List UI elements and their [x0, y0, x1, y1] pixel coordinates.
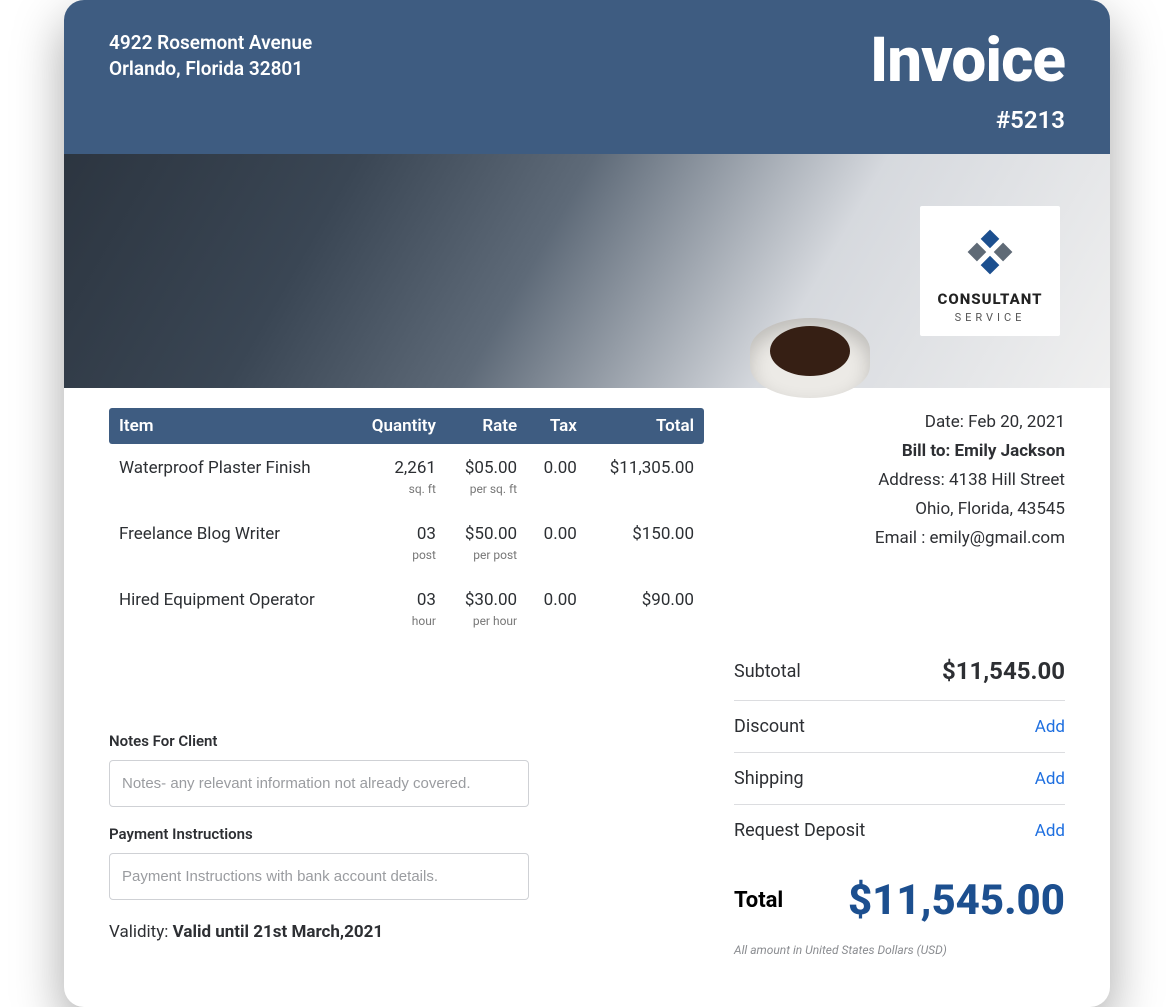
bill-to: Bill to: Emily Jackson: [734, 437, 1065, 466]
col-item: Item: [109, 408, 351, 444]
title-block: Invoice #5213: [870, 30, 1065, 134]
invoice-number: #5213: [870, 106, 1065, 134]
validity-value: Valid until 21st March,2021: [173, 922, 383, 942]
cell-rate: $30.00: [446, 576, 527, 614]
cell-tax: 0.00: [527, 444, 587, 482]
invoice-header: 4922 Rosemont Avenue Orlando, Florida 32…: [64, 0, 1110, 154]
col-total: Total: [587, 408, 704, 444]
notes-block: Notes For Client Payment Instructions Va…: [109, 732, 704, 942]
validity-line: Validity: Valid until 21st March,2021: [109, 922, 704, 942]
cell-qty-unit: hour: [351, 614, 446, 642]
items-column: Item Quantity Rate Tax Total Waterproof …: [109, 408, 704, 957]
total-row: Total $11,545.00: [734, 856, 1065, 925]
items-table: Item Quantity Rate Tax Total Waterproof …: [109, 408, 704, 642]
bill-address-line1: Address: 4138 Hill Street: [734, 466, 1065, 495]
cell-tax: 0.00: [527, 576, 587, 614]
cell-qty-unit: post: [351, 548, 446, 576]
payment-instructions-label: Payment Instructions: [109, 825, 704, 843]
total-label: Total: [734, 888, 783, 913]
sender-address-line1: 4922 Rosemont Avenue: [109, 30, 312, 56]
col-rate: Rate: [446, 408, 527, 444]
notes-label: Notes For Client: [109, 732, 704, 750]
table-row: Waterproof Plaster Finish2,261$05.000.00…: [109, 444, 704, 482]
billing-meta: Date: Feb 20, 2021 Bill to: Emily Jackso…: [734, 408, 1065, 552]
logo-mark-icon: [962, 224, 1018, 280]
shipping-label: Shipping: [734, 768, 804, 789]
cell-rate-unit: per post: [446, 548, 527, 576]
total-value: $11,545.00: [848, 876, 1065, 925]
discount-label: Discount: [734, 716, 805, 737]
cell-item: Freelance Blog Writer: [109, 510, 351, 548]
hero-image: CONSULTANT SERVICE: [64, 154, 1110, 388]
cell-total: $90.00: [587, 576, 704, 614]
discount-add-button[interactable]: Add: [1035, 717, 1065, 737]
bill-address-line2: Ohio, Florida, 43545: [734, 495, 1065, 524]
deposit-add-button[interactable]: Add: [1035, 821, 1065, 841]
subtotal-row: Subtotal $11,545.00: [734, 642, 1065, 701]
table-row: Freelance Blog Writer03$50.000.00$150.00: [109, 510, 704, 548]
validity-label: Validity:: [109, 922, 173, 942]
shipping-add-button[interactable]: Add: [1035, 769, 1065, 789]
shipping-row: Shipping Add: [734, 753, 1065, 805]
currency-note: All amount in United States Dollars (USD…: [734, 943, 1065, 957]
cell-rate: $50.00: [446, 510, 527, 548]
table-row-sub: postper post: [109, 548, 704, 576]
logo-sub: SERVICE: [932, 311, 1048, 324]
cell-qty: 2,261: [351, 444, 446, 482]
logo-name: CONSULTANT: [932, 290, 1048, 308]
cell-item: Waterproof Plaster Finish: [109, 444, 351, 482]
cell-qty-unit: sq. ft: [351, 482, 446, 510]
deposit-row: Request Deposit Add: [734, 805, 1065, 856]
deposit-label: Request Deposit: [734, 820, 865, 841]
table-row-sub: sq. ftper sq. ft: [109, 482, 704, 510]
invoice-card: 4922 Rosemont Avenue Orlando, Florida 32…: [64, 0, 1110, 1007]
bill-email: Email : emily@gmail.com: [734, 524, 1065, 553]
meta-column: Date: Feb 20, 2021 Bill to: Emily Jackso…: [734, 408, 1065, 957]
invoice-title: Invoice: [870, 30, 1065, 92]
cell-qty: 03: [351, 510, 446, 548]
cell-rate-unit: per sq. ft: [446, 482, 527, 510]
subtotal-label: Subtotal: [734, 661, 801, 682]
summary-block: Subtotal $11,545.00 Discount Add Shippin…: [734, 642, 1065, 957]
cell-qty: 03: [351, 576, 446, 614]
cell-total: $11,305.00: [587, 444, 704, 482]
cell-tax: 0.00: [527, 510, 587, 548]
company-logo: CONSULTANT SERVICE: [920, 206, 1060, 336]
cell-rate: $05.00: [446, 444, 527, 482]
cell-rate-unit: per hour: [446, 614, 527, 642]
col-qty: Quantity: [351, 408, 446, 444]
coffee-mug-decoration: [750, 318, 870, 398]
table-row-sub: hourper hour: [109, 614, 704, 642]
subtotal-value: $11,545.00: [942, 657, 1065, 685]
col-tax: Tax: [527, 408, 587, 444]
table-row: Hired Equipment Operator03$30.000.00$90.…: [109, 576, 704, 614]
sender-address: 4922 Rosemont Avenue Orlando, Florida 32…: [109, 30, 312, 81]
invoice-body: Item Quantity Rate Tax Total Waterproof …: [64, 388, 1110, 1007]
sender-address-line2: Orlando, Florida 32801: [109, 56, 312, 82]
notes-input[interactable]: [109, 760, 529, 807]
discount-row: Discount Add: [734, 701, 1065, 753]
cell-item: Hired Equipment Operator: [109, 576, 351, 614]
invoice-date: Date: Feb 20, 2021: [734, 408, 1065, 437]
payment-instructions-input[interactable]: [109, 853, 529, 900]
cell-total: $150.00: [587, 510, 704, 548]
